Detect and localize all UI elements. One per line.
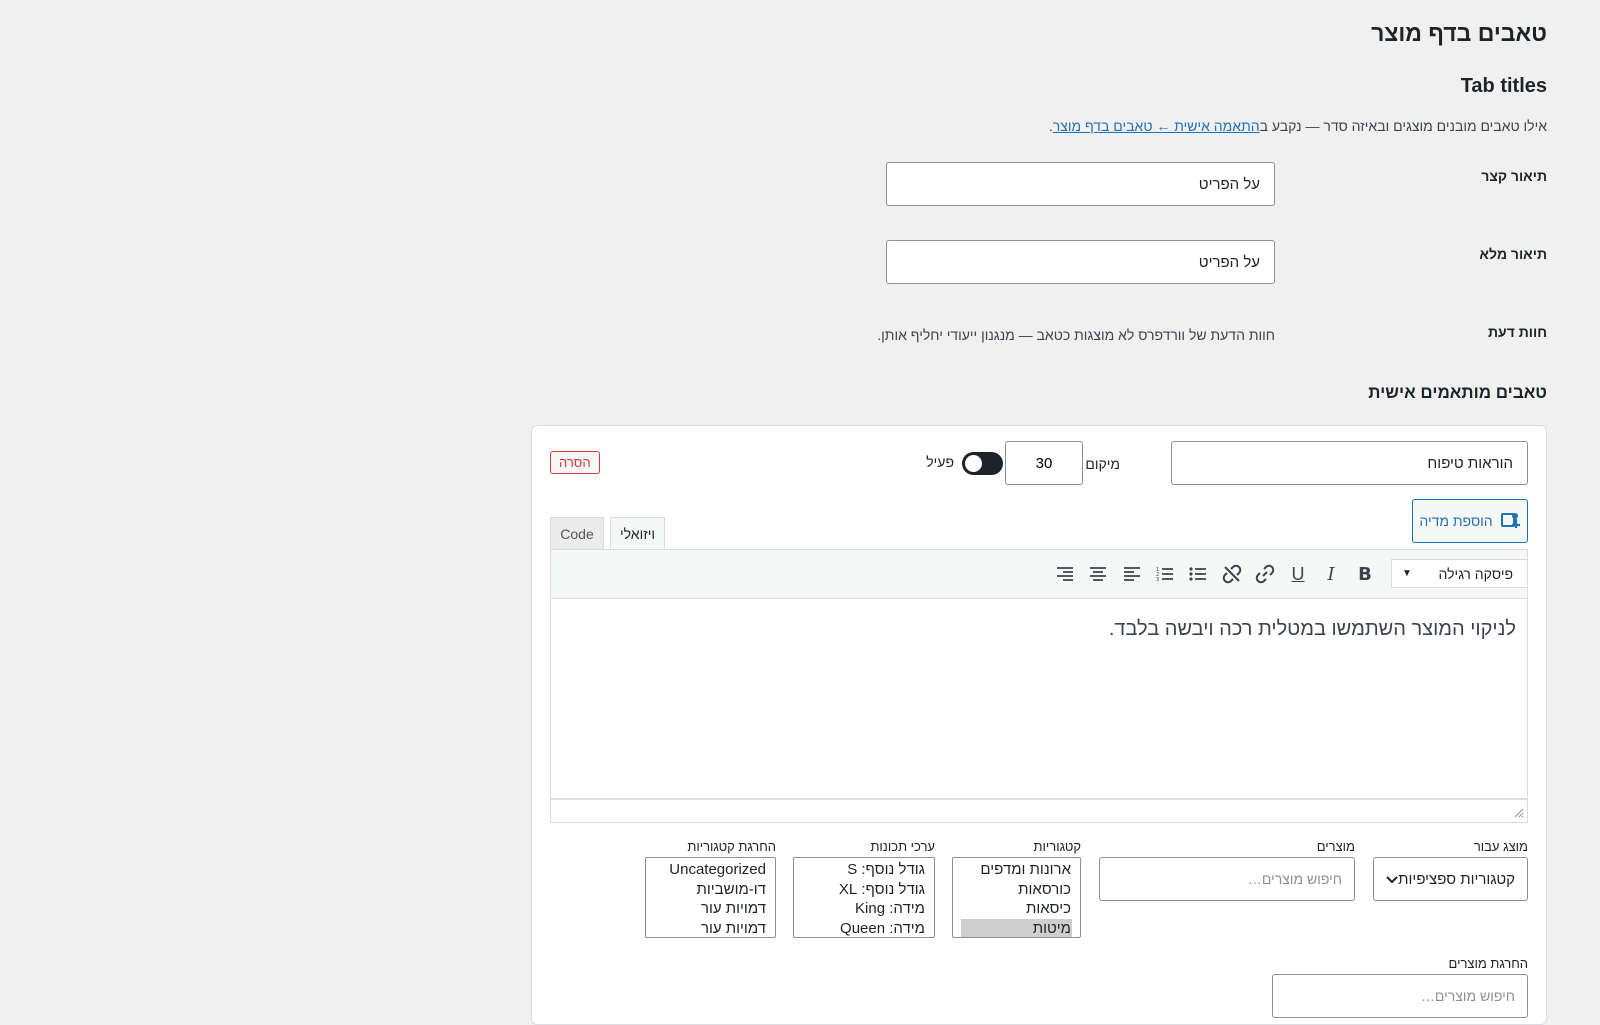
list-item[interactable]: דמויות עור xyxy=(655,899,766,919)
active-toggle[interactable] xyxy=(962,452,1003,475)
tab-code[interactable]: Code xyxy=(550,517,604,549)
unlink-icon[interactable] xyxy=(1217,559,1247,589)
short-description-input[interactable] xyxy=(886,162,1275,206)
list-item[interactable]: ארונות ומדפים xyxy=(962,860,1071,880)
exclude-products-search-input[interactable] xyxy=(1272,974,1528,1018)
align-left-icon[interactable] xyxy=(1117,559,1147,589)
products-label: מוצרים xyxy=(1316,839,1355,854)
editor-status-bar xyxy=(550,799,1528,823)
description-prefix: אילו טאבים מובנים מוצגים ובאיזה סדר — נק… xyxy=(1259,118,1547,134)
show-for-select[interactable]: קטגוריות ספציפיות xyxy=(1373,857,1528,901)
section-title: Tab titles xyxy=(1460,75,1547,97)
editor-content-text[interactable]: לניקוי המוצר השתמשו במטלית רכה ויבשה בלב… xyxy=(1109,618,1516,641)
attribute-values-listbox[interactable]: גודל נוסף: S גודל נוסף: XL מידה: King מי… xyxy=(793,857,935,938)
attribute-values-label: ערכי תכונות xyxy=(870,839,935,854)
align-right-icon[interactable] xyxy=(1050,559,1080,589)
products-search-input[interactable] xyxy=(1099,857,1355,901)
reviews-note: חוות הדעת של וורדפרס לא מוצגות כטאב — מנ… xyxy=(877,327,1275,343)
page-title: טאבים בדף מוצר xyxy=(1371,20,1547,46)
tab-name-input[interactable] xyxy=(1171,441,1528,485)
remove-tab-button[interactable]: הסרה xyxy=(550,451,600,474)
editor-toolbar xyxy=(550,549,1528,599)
add-media-icon xyxy=(1500,511,1521,532)
full-description-input[interactable] xyxy=(886,240,1275,284)
list-item[interactable]: גודל נוסף: S xyxy=(803,860,925,880)
short-description-label: תיאור קצר xyxy=(1481,168,1547,184)
exclude-categories-label: החרגת קטגוריות xyxy=(687,839,776,854)
list-item[interactable]: גודל נוסף: XL xyxy=(803,880,925,900)
tab-visual[interactable]: ויזואלי xyxy=(610,517,665,549)
active-label: פעיל xyxy=(926,454,954,470)
bold-icon[interactable]: B xyxy=(1350,559,1380,589)
customize-tabs-link[interactable]: התאמה אישית ← טאבים בדף מוצר xyxy=(1053,118,1260,134)
categories-label: קטגוריות xyxy=(1033,839,1081,854)
list-item-selected[interactable]: מיטות xyxy=(961,918,1072,937)
format-select-value: פיסקה רגילה xyxy=(1438,565,1513,582)
add-media-label: הוספת מדיה xyxy=(1419,513,1493,529)
list-item[interactable]: Uncategorized xyxy=(655,860,766,880)
custom-tabs-title: טאבים מותאמים אישית xyxy=(1368,383,1547,402)
list-item[interactable]: כורסאות xyxy=(962,880,1071,900)
svg-text:3: 3 xyxy=(1156,577,1159,582)
position-input[interactable] xyxy=(1005,441,1083,485)
list-item[interactable]: מידה: King xyxy=(803,899,925,919)
align-center-icon[interactable] xyxy=(1083,559,1113,589)
format-select[interactable]: פיסקה רגילה ▼ xyxy=(1391,559,1528,588)
reviews-label: חוות דעת xyxy=(1487,324,1547,340)
show-for-label: מוצג עבור xyxy=(1473,839,1528,854)
position-label: מיקום xyxy=(1085,456,1120,472)
underline-icon[interactable]: U xyxy=(1283,559,1313,589)
list-item[interactable]: מידה: Queen xyxy=(803,919,925,938)
resize-handle-icon[interactable] xyxy=(1512,806,1524,818)
toggle-knob xyxy=(965,455,982,472)
chevron-down-icon: ▼ xyxy=(1402,568,1412,579)
show-for-value: קטגוריות ספציפיות xyxy=(1398,870,1515,888)
chevron-down-icon xyxy=(1386,871,1398,888)
list-item[interactable]: כיסאות xyxy=(962,899,1071,919)
exclude-products-label: החרגת מוצרים xyxy=(1448,956,1528,971)
numbered-list-icon[interactable]: 123 xyxy=(1150,559,1180,589)
section-description: אילו טאבים מובנים מוצגים ובאיזה סדר — נק… xyxy=(1049,118,1547,134)
list-item[interactable]: דמויות עור xyxy=(655,919,766,938)
list-item[interactable]: דו-מושביות xyxy=(655,880,767,900)
add-media-button[interactable]: הוספת מדיה xyxy=(1412,499,1528,543)
bullet-list-icon[interactable] xyxy=(1183,559,1213,589)
link-icon[interactable] xyxy=(1250,559,1280,589)
exclude-categories-listbox[interactable]: Uncategorized דו-מושביות דמויות עור דמוי… xyxy=(645,857,776,938)
full-description-label: תיאור מלא xyxy=(1479,246,1547,262)
categories-listbox[interactable]: ארונות ומדפים כורסאות כיסאות מיטות xyxy=(952,857,1081,938)
italic-icon[interactable]: I xyxy=(1316,559,1346,589)
